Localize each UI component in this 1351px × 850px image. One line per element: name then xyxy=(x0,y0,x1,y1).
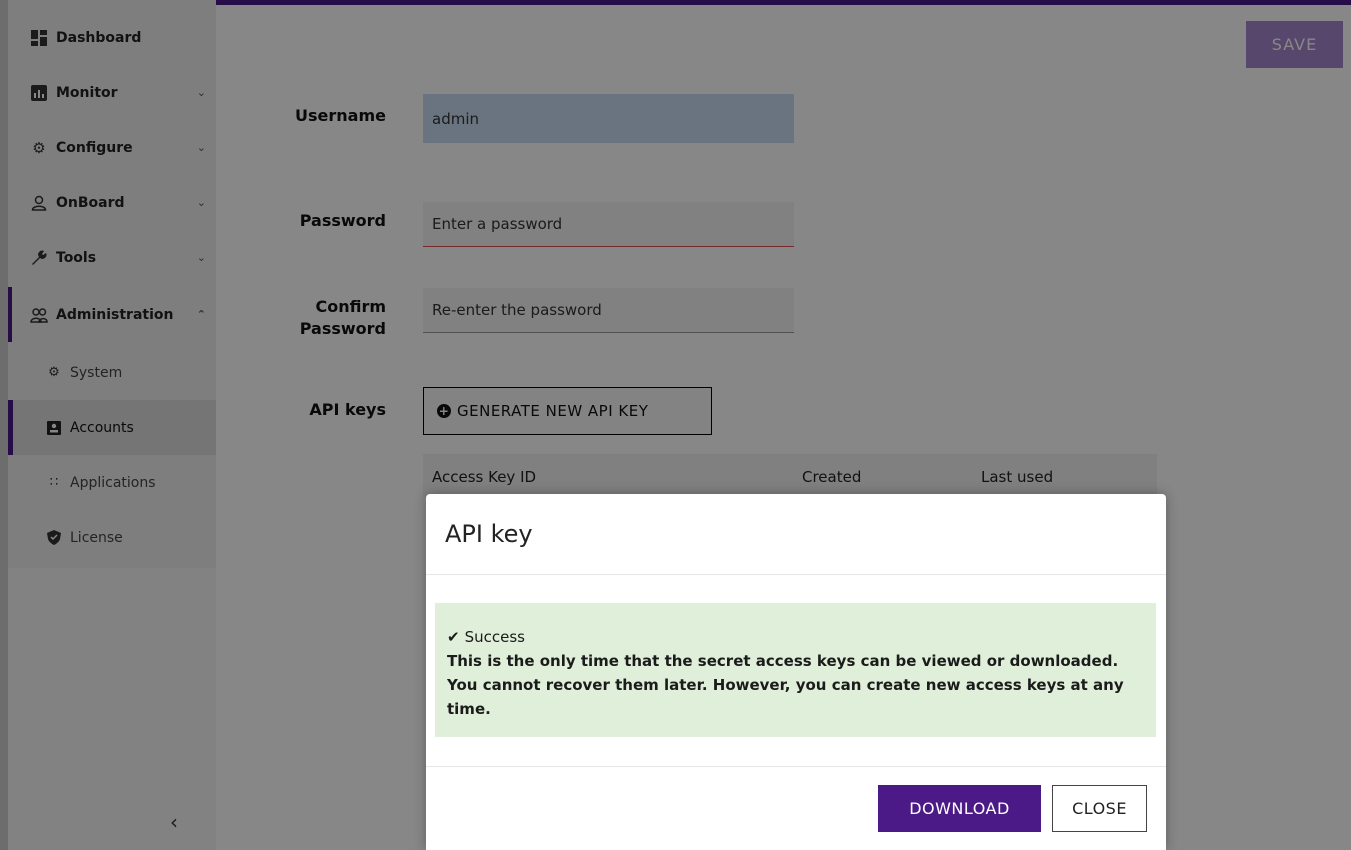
modal-title: API key xyxy=(445,520,533,548)
alert-title: Success xyxy=(464,628,525,646)
modal-divider xyxy=(426,766,1166,767)
modal-divider xyxy=(426,574,1166,575)
close-button[interactable]: CLOSE xyxy=(1052,785,1147,832)
download-button[interactable]: DOWNLOAD xyxy=(878,785,1041,832)
alert-message: This is the only time that the secret ac… xyxy=(447,652,1124,718)
api-key-modal: API key ✔ Success This is the only time t… xyxy=(426,494,1166,850)
checkmark-icon: ✔ xyxy=(447,628,460,646)
success-alert: ✔ Success This is the only time that the … xyxy=(435,603,1156,737)
